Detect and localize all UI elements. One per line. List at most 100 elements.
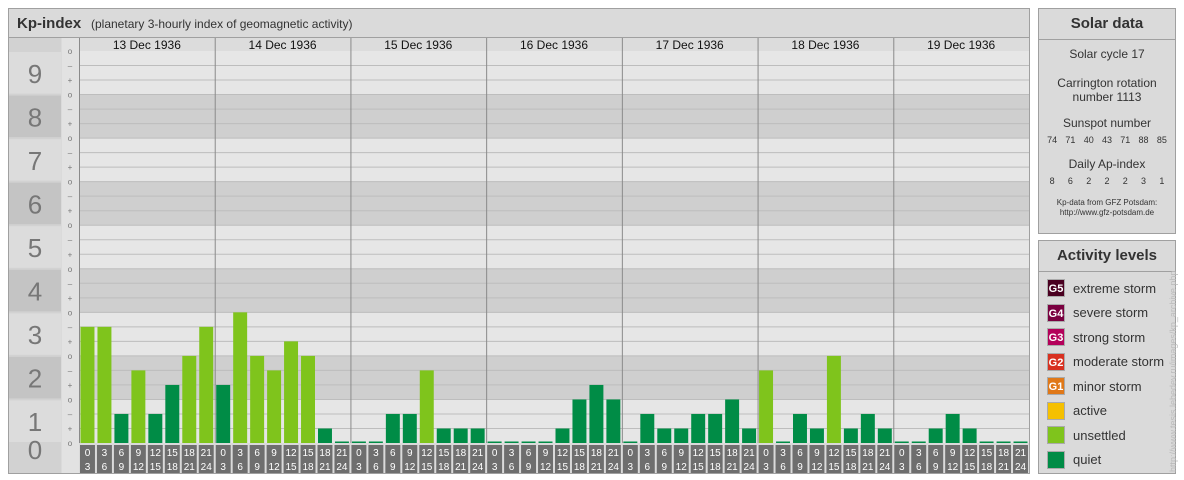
interval-end-label: 24: [336, 462, 348, 473]
minor-tick-label: –: [68, 279, 73, 288]
kp-bar: [114, 413, 129, 443]
minor-tick-label: o: [68, 134, 73, 143]
kp-bar: [97, 326, 112, 443]
minor-tick-label: –: [68, 62, 73, 71]
kp-bar: [131, 370, 146, 443]
activity-level-swatch: [1047, 426, 1065, 445]
kp-bar: [894, 441, 909, 443]
day-label: 14 Dec 1936: [249, 38, 317, 52]
interval-end-label: 15: [693, 462, 705, 473]
interval-start-label: 0: [899, 448, 905, 459]
interval-start-label: 3: [237, 448, 243, 459]
activity-level-label: extreme storm: [1073, 280, 1157, 296]
interval-start-label: 15: [845, 448, 857, 459]
interval-end-label: 6: [780, 462, 786, 473]
sunspot-value: 71: [1065, 135, 1076, 145]
interval-end-label: 24: [879, 462, 891, 473]
kp-bar: [182, 355, 197, 443]
activity-levels-list: G5 extreme storm G4 severe storm G3 strong st…: [1039, 276, 1175, 472]
y-tick-label: 1: [28, 407, 42, 437]
ap-index-label: Daily Ap-index: [1068, 157, 1146, 171]
ap-value: 8: [1049, 176, 1055, 186]
kp-bar: [555, 428, 570, 443]
interval-start-label: 6: [119, 448, 125, 459]
y-tick-label: 5: [28, 233, 42, 263]
day-label: 13 Dec 1936: [113, 38, 181, 52]
kp-bar: [267, 370, 282, 443]
interval-start-label: 15: [438, 448, 450, 459]
interval-start-label: 6: [797, 448, 803, 459]
interval-start-label: 9: [271, 448, 277, 459]
interval-end-label: 15: [421, 462, 433, 473]
kp-bar: [1013, 441, 1028, 443]
ap-value: 3: [1141, 176, 1147, 186]
interval-end-label: 12: [947, 462, 959, 473]
interval-start-label: 9: [814, 448, 820, 459]
sunspot-value: 43: [1101, 135, 1112, 145]
kp-bar: [385, 413, 400, 443]
kp-bar: [843, 428, 858, 443]
activity-level-item: unsettled: [1039, 423, 1175, 448]
interval-start-label: 3: [102, 448, 108, 459]
interval-end-label: 18: [574, 462, 586, 473]
y-tick-label: 0: [28, 435, 42, 465]
interval-end-label: 21: [862, 462, 874, 473]
day-label: 15 Dec 1936: [384, 38, 452, 52]
interval-end-label: 24: [201, 462, 213, 473]
activity-level-item: G4 severe storm: [1039, 301, 1175, 326]
kp-bar: [419, 370, 434, 443]
minor-tick-label: o: [68, 352, 73, 361]
activity-level-item: active: [1039, 399, 1175, 424]
kp-bar: [199, 326, 214, 443]
ap-value: 2: [1104, 176, 1110, 186]
interval-end-label: 18: [167, 462, 179, 473]
interval-end-label: 6: [373, 462, 379, 473]
kp-bar: [572, 399, 587, 443]
interval-end-label: 12: [404, 462, 416, 473]
interval-end-label: 9: [933, 462, 939, 473]
interval-end-label: 21: [998, 462, 1010, 473]
interval-start-label: 9: [678, 448, 684, 459]
kp-bar: [368, 441, 383, 443]
interval-end-label: 3: [628, 462, 634, 473]
sunspot-value: 71: [1120, 135, 1131, 145]
interval-start-label: 3: [509, 448, 515, 459]
interval-end-label: 6: [645, 462, 651, 473]
kp-bar: [606, 399, 621, 443]
interval-end-label: 21: [319, 462, 331, 473]
interval-end-label: 9: [390, 462, 396, 473]
interval-end-label: 18: [710, 462, 722, 473]
ap-value: 1: [1159, 176, 1165, 186]
activity-level-swatch: G4: [1047, 303, 1065, 322]
interval-end-label: 24: [472, 462, 484, 473]
minor-tick-label: o: [68, 91, 73, 100]
interval-end-label: 6: [237, 462, 243, 473]
y-tick-label: 3: [28, 320, 42, 350]
interval-start-label: 21: [201, 448, 213, 459]
interval-start-label: 0: [220, 448, 226, 459]
kp-bar: [979, 441, 994, 443]
interval-end-label: 24: [608, 462, 620, 473]
interval-end-label: 9: [526, 462, 532, 473]
credit-link[interactable]: http://www.gfz-potsdam.de: [1039, 208, 1175, 218]
interval-end-label: 18: [302, 462, 314, 473]
interval-start-label: 6: [254, 448, 260, 459]
ap-value: 2: [1086, 176, 1092, 186]
interval-end-label: 3: [492, 462, 498, 473]
interval-start-label: 15: [302, 448, 314, 459]
watermark: http://www.tesis.lebedev.ru/images/kp_ar…: [1168, 270, 1178, 472]
interval-start-label: 18: [319, 448, 331, 459]
sunspot-value: 85: [1156, 135, 1167, 145]
sunspot-value: 88: [1138, 135, 1149, 145]
interval-end-label: 21: [184, 462, 196, 473]
interval-start-label: 15: [981, 448, 993, 459]
interval-start-label: 21: [472, 448, 484, 459]
minor-tick-label: o: [68, 439, 73, 448]
minor-tick-label: +: [68, 294, 73, 303]
kp-bar: [80, 326, 95, 443]
minor-tick-label: +: [68, 337, 73, 346]
activity-level-label: moderate storm: [1073, 354, 1165, 370]
interval-end-label: 9: [254, 462, 260, 473]
interval-start-label: 21: [608, 448, 620, 459]
kp-bar: [809, 428, 824, 443]
